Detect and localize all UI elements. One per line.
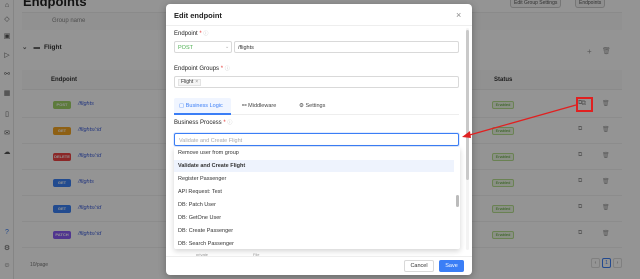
copy-icon[interactable]: ⧉ bbox=[581, 100, 586, 108]
annotation-highlight: ⧉ bbox=[576, 97, 593, 112]
annotation-arrow bbox=[462, 104, 577, 138]
